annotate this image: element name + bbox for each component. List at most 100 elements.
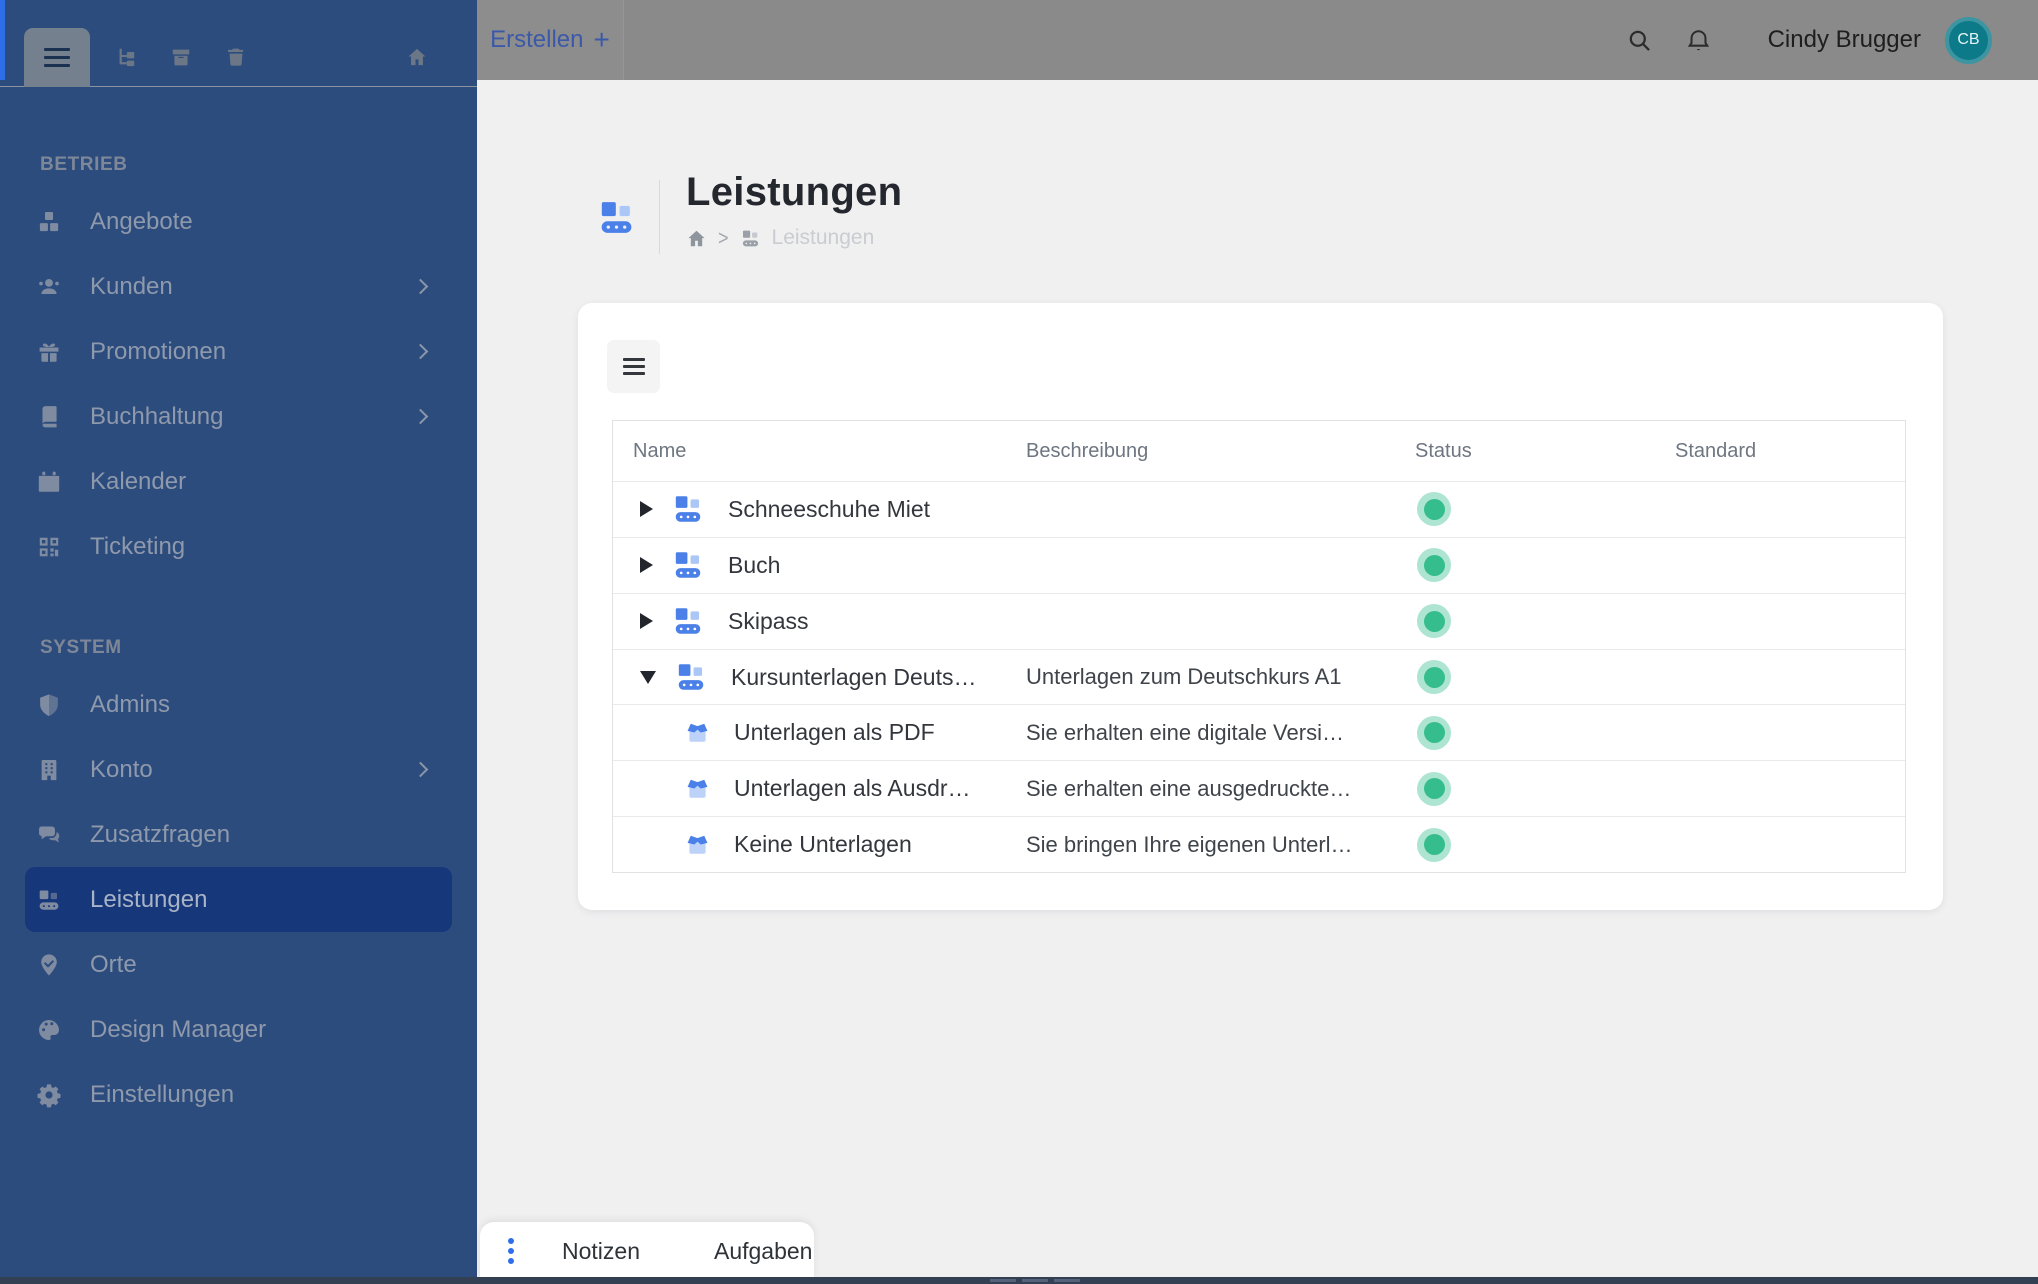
sidebar-section-system: SYSTEM	[40, 637, 122, 658]
conveyor-color-icon	[671, 604, 705, 638]
sidebar-item-label: Angebote	[90, 207, 193, 235]
chevron-right-icon	[412, 761, 429, 778]
sitemap-icon[interactable]	[115, 46, 137, 68]
sidebar-item-buchhaltung[interactable]: Buchhaltung	[25, 384, 452, 449]
row-status	[1415, 604, 1675, 639]
avatar[interactable]: CB	[1945, 16, 1992, 64]
table-row-keine-unterlagen[interactable]: Keine Unterlagen Sie bringen Ihre eigene…	[613, 816, 1905, 873]
sidebar-item-leistungen[interactable]: Leistungen	[25, 867, 452, 932]
sidebar-item-label: Design Manager	[90, 1015, 267, 1043]
sidebar-nav: BETRIEB Angebote Kunden Promotionen Buch…	[0, 87, 477, 1127]
row-status	[1415, 492, 1675, 527]
status-active-dot	[1417, 492, 1451, 527]
box-open-icon	[684, 831, 711, 858]
expand-caret-icon[interactable]	[640, 557, 653, 574]
archive-icon[interactable]	[170, 46, 192, 68]
name-cell: Keine Unterlagen	[613, 831, 1026, 858]
kebab-icon[interactable]	[508, 1238, 514, 1264]
trash-icon[interactable]	[225, 46, 247, 68]
sidebar-item-label: Kalender	[90, 467, 187, 495]
status-active-dot	[1417, 548, 1451, 583]
page-title: Leistungen	[686, 170, 903, 214]
row-description: Sie bringen Ihre eigenen Unterl…	[1026, 831, 1353, 857]
row-status	[1415, 715, 1675, 750]
table-row-unterlagen-als-pdf[interactable]: Unterlagen als PDF Sie erhalten eine dig…	[613, 704, 1905, 761]
create-button[interactable]: Erstellen +	[477, 0, 623, 80]
expand-caret-icon[interactable]	[640, 501, 653, 518]
user-name[interactable]: Cindy Brugger	[1768, 26, 1921, 54]
row-name: Skipass	[728, 607, 809, 634]
collapse-caret-icon[interactable]	[640, 670, 656, 684]
box-open-icon	[684, 775, 711, 802]
table-row-unterlagen-als-ausdr[interactable]: Unterlagen als Ausdr… Sie erhalten eine …	[613, 760, 1905, 817]
sidebar: BETRIEB Angebote Kunden Promotionen Buch…	[0, 0, 477, 1284]
chevron-right-icon	[412, 343, 429, 360]
row-name: Unterlagen als PDF	[734, 719, 935, 746]
shield-icon	[36, 692, 62, 718]
sidebar-item-design-manager[interactable]: Design Manager	[25, 997, 452, 1062]
search-icon[interactable]	[1626, 27, 1653, 54]
sidebar-item-label: Einstellungen	[90, 1080, 235, 1108]
expand-caret-icon[interactable]	[640, 613, 653, 630]
home-icon[interactable]	[406, 46, 428, 68]
book-icon	[36, 404, 62, 430]
sidebar-item-zusatzfragen[interactable]: Zusatzfragen	[25, 802, 452, 867]
sidebar-item-kalender[interactable]: Kalender	[25, 449, 452, 514]
tab-aufgaben[interactable]: Aufgaben	[688, 1238, 838, 1265]
row-status	[1415, 660, 1675, 694]
column-header-name: Name	[633, 439, 687, 462]
topbar-right: Cindy Brugger CB	[1626, 0, 1992, 80]
bell-icon[interactable]	[1685, 27, 1712, 54]
sidebar-item-label: Admins	[90, 690, 171, 718]
leistungen-table: Name Beschreibung Status Standard Schneesch…	[612, 420, 1906, 873]
header-divider	[659, 180, 660, 254]
sidebar-item-label: Promotionen	[90, 337, 227, 365]
sidebar-item-ticketing[interactable]: Ticketing	[25, 514, 452, 579]
conveyor-color-icon	[671, 492, 705, 526]
column-header-standard: Standard	[1675, 439, 1757, 462]
status-active-dot	[1417, 715, 1451, 750]
box-open-icon	[684, 719, 711, 746]
table-menu-button[interactable]	[607, 340, 660, 393]
name-cell: Kursunterlagen Deuts…	[613, 660, 1026, 694]
chat-icon	[36, 822, 62, 848]
sidebar-item-label: Leistungen	[90, 885, 208, 913]
column-header-status: Status	[1415, 439, 1472, 462]
topbar: Erstellen + Cindy Brugger CB	[477, 0, 2038, 80]
pin-icon	[36, 952, 62, 978]
conveyor-color-icon	[671, 548, 705, 582]
home-icon[interactable]	[686, 228, 707, 249]
sidebar-item-orte[interactable]: Orte	[25, 932, 452, 997]
row-name: Schneeschuhe Miet	[728, 495, 931, 522]
row-name: Keine Unterlagen	[734, 831, 912, 858]
hamburger-icon	[44, 43, 70, 72]
row-name: Kursunterlagen Deuts…	[731, 663, 977, 690]
leistungen-breadcrumb-icon	[740, 228, 761, 249]
table-row-kursunterlagen-deuts[interactable]: Kursunterlagen Deuts… Unterlagen zum Deu…	[613, 648, 1905, 705]
sidebar-item-admins[interactable]: Admins	[25, 672, 452, 737]
sidebar-item-kunden[interactable]: Kunden	[25, 254, 452, 319]
name-cell: Skipass	[613, 604, 1026, 638]
sidebar-item-label: Zusatzfragen	[90, 820, 231, 848]
sidebar-menu-tab[interactable]	[24, 28, 90, 87]
sidebar-item-promotionen[interactable]: Promotionen	[25, 319, 452, 384]
table-row-schneeschuhe-miet[interactable]: Schneeschuhe Miet	[613, 481, 1905, 537]
name-cell: Buch	[613, 548, 1026, 582]
breadcrumb-separator: >	[718, 225, 729, 250]
tab-notizen[interactable]: Notizen	[536, 1238, 666, 1265]
sidebar-item-label: Kunden	[90, 272, 173, 300]
row-description: Unterlagen zum Deutschkurs A1	[1026, 664, 1342, 689]
accent-strip	[0, 0, 5, 80]
name-cell: Unterlagen als Ausdr…	[613, 775, 1026, 802]
sidebar-item-einstellungen[interactable]: Einstellungen	[25, 1062, 452, 1127]
table-row-skipass[interactable]: Skipass	[613, 592, 1905, 649]
table-row-buch[interactable]: Buch	[613, 536, 1905, 593]
row-status	[1415, 771, 1675, 806]
name-cell: Schneeschuhe Miet	[613, 492, 1026, 526]
row-name: Buch	[728, 551, 781, 578]
sidebar-item-angebote[interactable]: Angebote	[25, 189, 452, 254]
name-cell: Unterlagen als PDF	[613, 719, 1026, 746]
sidebar-item-konto[interactable]: Konto	[25, 737, 452, 802]
leistungen-page-icon	[596, 197, 637, 233]
create-label: Erstellen	[490, 26, 584, 53]
